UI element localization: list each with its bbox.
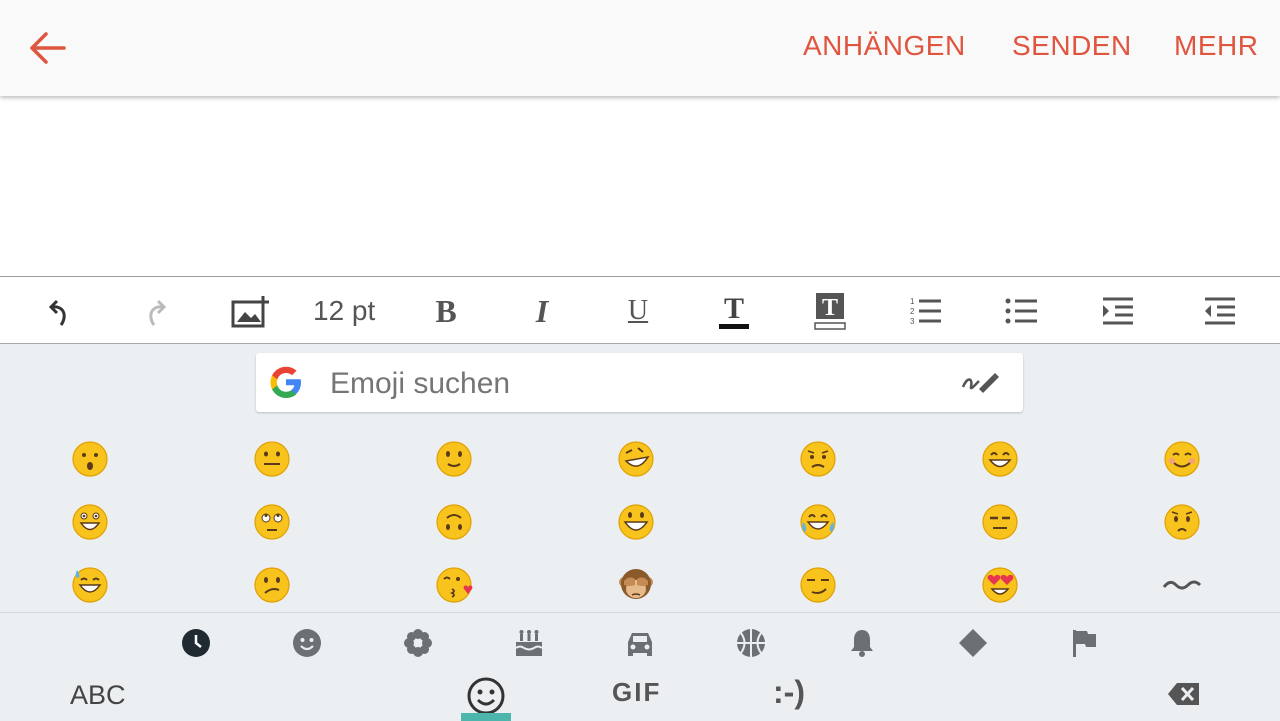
bulleted-list-icon[interactable] xyxy=(996,289,1048,333)
flags-category-icon[interactable] xyxy=(1067,626,1101,660)
abc-keyboard-button[interactable]: ABC xyxy=(70,680,126,711)
confused-face-emoji[interactable] xyxy=(252,565,292,605)
italic-icon[interactable]: I xyxy=(516,289,568,333)
google-logo-icon xyxy=(268,364,304,405)
symbols-category-icon[interactable] xyxy=(956,626,990,660)
send-button[interactable]: SENDEN xyxy=(1012,30,1132,62)
emoji-keyboard: Emoji suchen ABC GIF:-) xyxy=(0,343,1280,721)
tears-of-joy-emoji[interactable] xyxy=(798,502,838,542)
redo-icon[interactable] xyxy=(129,289,181,333)
app-bar: ANHÄNGEN SENDEN MEHR xyxy=(0,0,1280,96)
message-body-editor[interactable] xyxy=(0,96,1280,276)
numbered-list-icon[interactable]: 123 xyxy=(900,289,952,333)
rolling-laughing-emoji[interactable] xyxy=(616,439,656,479)
svg-text:T: T xyxy=(822,295,838,321)
food-category-icon[interactable] xyxy=(512,626,546,660)
slightly-smiling-face-emoji[interactable] xyxy=(434,439,474,479)
underline-icon[interactable]: U xyxy=(612,289,664,333)
back-arrow-icon[interactable] xyxy=(28,30,68,66)
category-divider xyxy=(0,612,1280,613)
frowning-face-emoji[interactable] xyxy=(1162,502,1202,542)
svg-text:3: 3 xyxy=(910,317,915,326)
undo-icon[interactable] xyxy=(34,289,86,333)
svg-text:2: 2 xyxy=(910,307,915,316)
emoji-search-field[interactable]: Emoji suchen xyxy=(256,353,1023,412)
highlight-color-icon[interactable]: T xyxy=(804,289,856,333)
worried-face-emoji[interactable] xyxy=(798,439,838,479)
upside-down-face-emoji[interactable] xyxy=(434,502,474,542)
handwriting-icon[interactable] xyxy=(961,369,999,400)
gif-tab-button[interactable]: GIF xyxy=(612,677,661,708)
bold-icon[interactable]: B xyxy=(420,289,472,333)
search-placeholder: Emoji suchen xyxy=(330,367,511,400)
face-blowing-kiss-emoji[interactable] xyxy=(434,565,474,605)
hushed-face-emoji[interactable] xyxy=(70,439,110,479)
grinning-face-emoji[interactable] xyxy=(616,502,656,542)
attach-button[interactable]: ANHÄNGEN xyxy=(803,30,966,62)
outdent-icon[interactable] xyxy=(1194,289,1246,333)
backspace-icon[interactable] xyxy=(1167,682,1201,711)
formatting-toolbar: 12 pt B I U T T 123 xyxy=(0,276,1280,344)
grinning-big-eyes-emoji[interactable] xyxy=(70,502,110,542)
more-button[interactable]: MEHR xyxy=(1174,30,1258,62)
activities-category-icon[interactable] xyxy=(734,626,768,660)
svg-text:1: 1 xyxy=(910,297,915,306)
travel-category-icon[interactable] xyxy=(623,626,657,660)
see-no-evil-monkey-emoji[interactable] xyxy=(616,565,656,605)
grinning-squinting-emoji[interactable] xyxy=(980,439,1020,479)
smileys-category-icon[interactable] xyxy=(290,626,324,660)
neutral-face-emoji[interactable] xyxy=(252,439,292,479)
nature-category-icon[interactable] xyxy=(401,626,435,660)
objects-category-icon[interactable] xyxy=(845,626,879,660)
indent-icon[interactable] xyxy=(1092,289,1144,333)
wavy-dash-emoji[interactable] xyxy=(1162,565,1202,605)
heart-eyes-emoji[interactable] xyxy=(980,565,1020,605)
smiling-face-emoji[interactable] xyxy=(1162,439,1202,479)
text-color-icon[interactable]: T xyxy=(708,289,760,333)
svg-text:T: T xyxy=(724,292,744,325)
insert-image-icon[interactable] xyxy=(225,289,277,333)
emoticon-tab-button[interactable]: :-) xyxy=(773,674,805,711)
recent-category-icon[interactable] xyxy=(179,626,213,660)
smirking-face-emoji[interactable] xyxy=(798,565,838,605)
rolling-eyes-emoji[interactable] xyxy=(252,502,292,542)
expressionless-face-emoji[interactable] xyxy=(980,502,1020,542)
font-size-selector[interactable]: 12 pt xyxy=(313,295,375,327)
grinning-sweat-emoji[interactable] xyxy=(70,565,110,605)
